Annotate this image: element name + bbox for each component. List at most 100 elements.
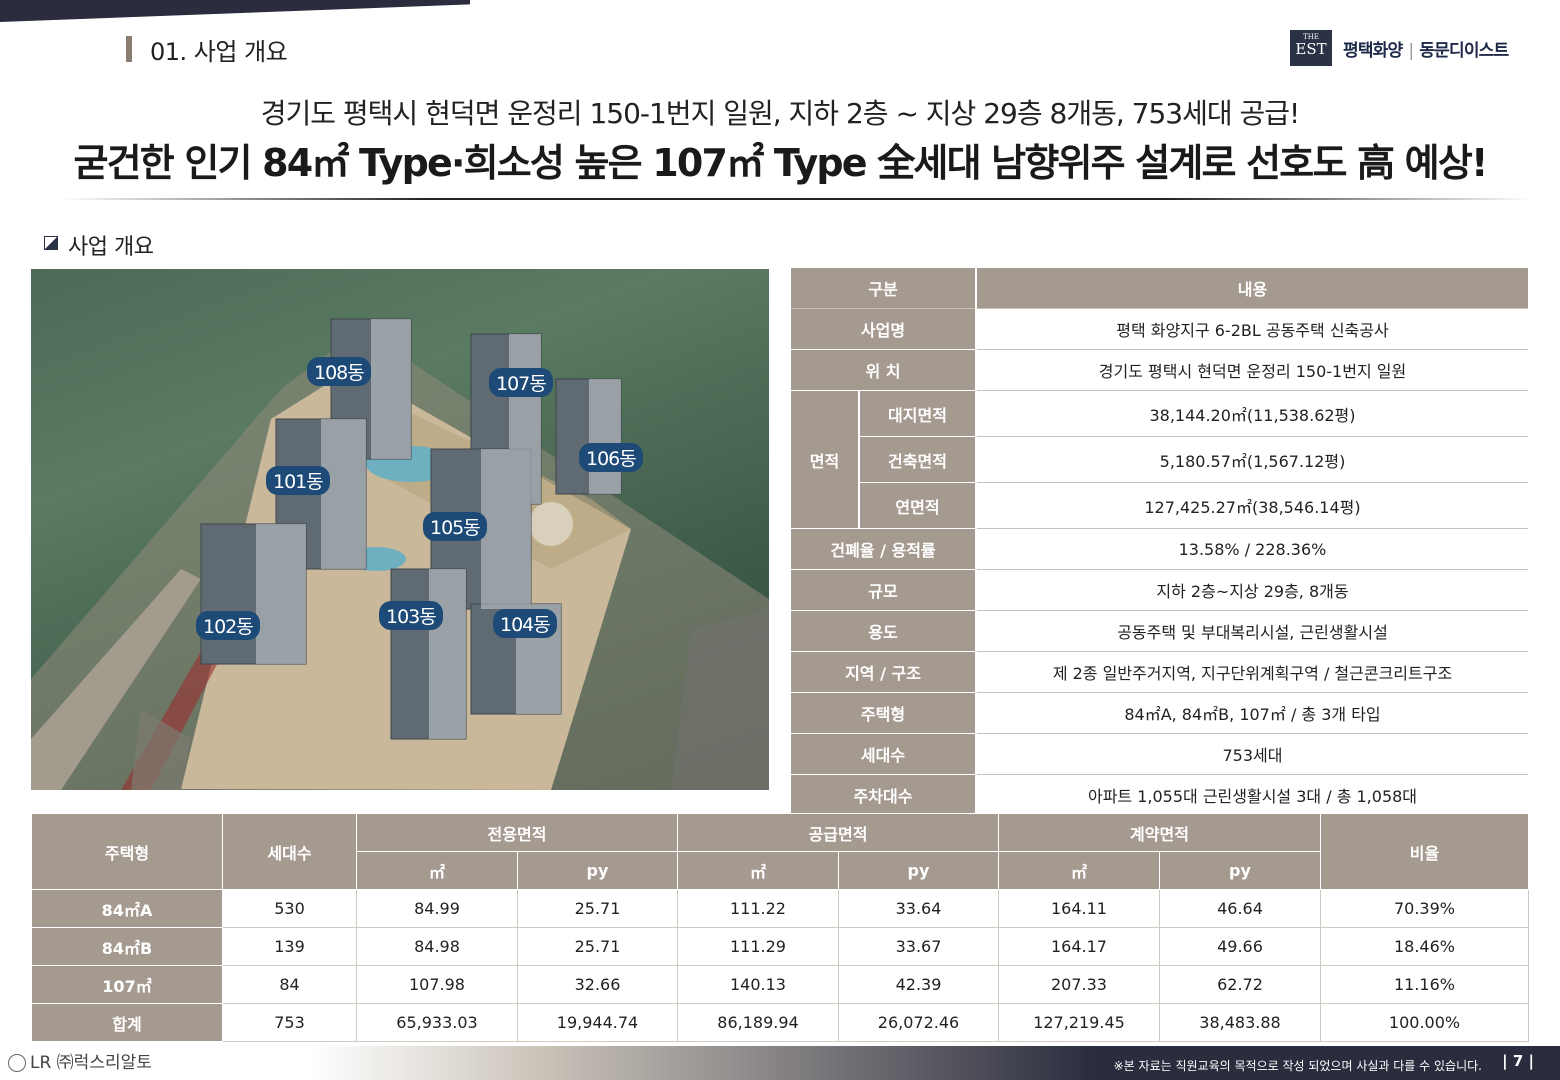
cell: 18.46% [1320,927,1529,966]
cell: 100.00% [1320,1003,1529,1042]
row-label: 사업명 [791,308,977,350]
cell: 38,483.88 [1159,1003,1321,1042]
cell: 139 [222,927,357,966]
building-label: 104동 [493,609,557,638]
table-row: 건축면적 5,180.57㎡(1,567.12평) [791,436,1528,483]
table-row: 연면적 127,425.27㎡(38,546.14평) [791,482,1528,529]
section-marker [126,36,132,62]
table-row: 지역 / 구조 제 2종 일반주거지역, 지구단위계획구역 / 철근콘크리트구조 [791,651,1528,693]
row-group-label: 면적 [791,390,860,529]
header-content: 내용 [976,268,1528,309]
row-value: 지하 2층~지상 29층, 8개동 [976,569,1528,611]
row-value: 평택 화양지구 6-2BL 공동주택 신축공사 [976,308,1528,350]
brand-separator: | [1408,41,1414,61]
aerial-illustration [31,318,769,790]
cell: 46.64 [1159,889,1321,928]
row-label: 대지면적 [859,390,977,437]
table-row: 건폐율 / 용적률 13.58% / 228.36% [791,528,1528,570]
row-value: 753세대 [976,733,1528,775]
table-row: 위 치 경기도 평택시 현덕면 운정리 150-1번지 일원 [791,349,1528,391]
brand-left: 평택화양 [1343,41,1403,61]
header-category: 구분 [791,268,977,309]
cell: 530 [222,889,357,928]
cell: 753 [222,1003,357,1042]
header-type: 주택형 [31,813,223,890]
row-label: 세대수 [791,733,977,775]
row-value: 경기도 평택시 현덕면 운정리 150-1번지 일원 [976,349,1528,391]
footer-disclaimer: ※본 자료는 직원교육의 목적으로 작성 되었으며 사실과 다를 수 있습니다. [1113,1059,1482,1073]
row-value: 38,144.20㎡(11,538.62평) [976,390,1528,437]
header-supply-area: 공급면적 [677,813,999,852]
cell: 84.98 [356,927,518,966]
row-label: 지역 / 구조 [791,651,977,693]
table-row: 세대수 753세대 [791,733,1528,775]
building-label: 103동 [379,601,443,630]
row-value: 공동주택 및 부대복리시설, 근린생활시설 [976,610,1528,652]
table-row: 주차대수 아파트 1,055대 근린생활시설 3대 / 총 1,058대 [791,774,1528,816]
row-label: 주택형 [791,692,977,734]
cell: 127,219.45 [998,1003,1160,1042]
row-label: 건축면적 [859,436,977,483]
cell: 19,944.74 [517,1003,678,1042]
brand-right: 동문디이스트 [1419,41,1509,61]
cell: 32.66 [517,965,678,1004]
cell: 84.99 [356,889,518,928]
subsection-title: 사업 개요 [68,235,154,260]
cell: 49.66 [1159,927,1321,966]
row-value: 5,180.57㎡(1,567.12평) [976,436,1528,483]
row-value: 제 2종 일반주거지역, 지구단위계획구역 / 철근콘크리트구조 [976,651,1528,693]
cell: 164.17 [998,927,1160,966]
logo-big-text: EST [1295,40,1327,58]
header-households: 세대수 [222,813,357,890]
row-label: 위 치 [791,349,977,391]
header-unit-py: py [1159,851,1321,890]
row-label: 주차대수 [791,774,977,816]
header-unit-py: py [517,851,678,890]
header-unit-m2: ㎡ [356,851,518,890]
cell: 33.67 [838,927,999,966]
building-label: 108동 [307,357,371,386]
header-unit-py: py [838,851,999,890]
building-label: 101동 [266,466,330,495]
table-row: 107㎡ 84 107.98 32.66 140.13 42.39 207.33… [31,965,1529,1004]
table-row: 84㎡A 530 84.99 25.71 111.22 33.64 164.11… [31,889,1529,928]
header-ratio: 비율 [1320,813,1529,890]
cell: 207.33 [998,965,1160,1004]
cell: 164.11 [998,889,1160,928]
unit-area-table: 주택형 세대수 전용면적 공급면적 계약면적 비율 ㎡ py ㎡ py ㎡ py… [31,813,1529,1042]
header-unit-m2: ㎡ [998,851,1160,890]
table-header-row: 주택형 세대수 전용면적 공급면적 계약면적 비율 [31,813,1529,890]
cell: 11.16% [1320,965,1529,1004]
row-value: 아파트 1,055대 근린생활시설 3대 / 총 1,058대 [976,774,1528,816]
table-row: 84㎡B 139 84.98 25.71 111.29 33.67 164.17… [31,927,1529,966]
building-label: 106동 [579,443,643,472]
cell: 65,933.03 [356,1003,518,1042]
header-contract-area: 계약면적 [998,813,1321,852]
row-value: 13.58% / 228.36% [976,528,1528,570]
section-title: 01. 사업 개요 [150,38,288,66]
cell-type: 107㎡ [31,965,223,1004]
cell: 140.13 [677,965,839,1004]
building-label: 107동 [489,368,553,397]
building-label: 105동 [423,512,487,541]
cell-type: 합계 [31,1003,223,1042]
row-value: 127,425.27㎡(38,546.14평) [976,482,1528,529]
table-row: 용도 공동주택 및 부대복리시설, 근린생활시설 [791,610,1528,652]
table-row: 주택형 84㎡A, 84㎡B, 107㎡ / 총 3개 타입 [791,692,1528,734]
cell: 25.71 [517,889,678,928]
site-aerial-image: 108동 107동 106동 101동 105동 102동 103동 104동 [31,269,769,790]
cell: 42.39 [838,965,999,1004]
table-total-row: 합계 753 65,933.03 19,944.74 86,189.94 26,… [31,1003,1529,1042]
header-exclusive-area: 전용면적 [356,813,678,852]
building-label: 102동 [196,611,260,640]
headline-line1: 경기도 평택시 현덕면 운정리 150-1번지 일원, 지하 2층 ~ 지상 2… [260,97,1301,130]
brand-name: 평택화양 | 동문디이스트 [1343,36,1509,61]
table-row: 사업명 평택 화양지구 6-2BL 공동주택 신축공사 [791,308,1528,350]
page-number: | 7 | [1502,1052,1534,1070]
company-emblem-icon [8,1054,26,1072]
cell: 107.98 [356,965,518,1004]
row-label: 건폐율 / 용적률 [791,528,977,570]
row-label: 용도 [791,610,977,652]
row-label: 규모 [791,569,977,611]
cell: 25.71 [517,927,678,966]
